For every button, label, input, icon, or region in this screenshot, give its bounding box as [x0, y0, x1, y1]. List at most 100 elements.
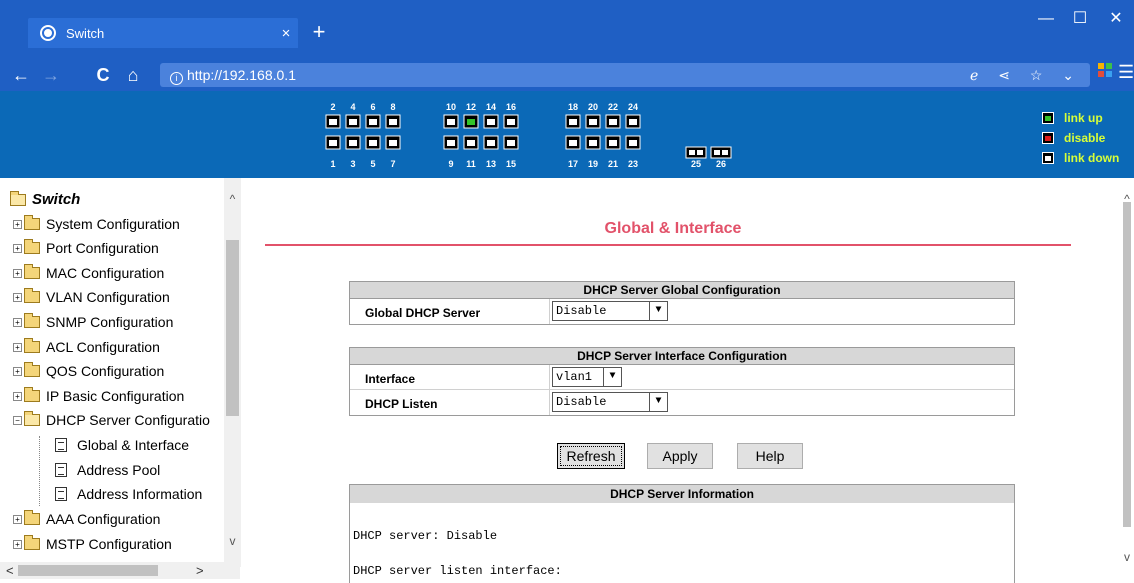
home-icon[interactable]: ⌂	[120, 63, 146, 87]
info-icon[interactable]: i	[170, 72, 183, 85]
expand-icon[interactable]: +	[13, 268, 22, 278]
port-13[interactable]	[483, 135, 499, 150]
help-button[interactable]: Help	[737, 443, 803, 469]
link-down-icon	[1042, 152, 1054, 164]
port-15[interactable]	[503, 135, 519, 150]
scroll-down-icon[interactable]: v	[1120, 550, 1134, 564]
port-1[interactable]	[325, 135, 341, 150]
scroll-down-icon[interactable]: v	[224, 534, 241, 548]
info-line: DHCP server: Disable	[353, 529, 498, 543]
scroll-up-icon[interactable]: ^	[224, 192, 241, 206]
tree-item-dhcp-server-configuration[interactable]: − DHCP Server Configuratio	[13, 411, 210, 428]
port-22[interactable]	[605, 114, 621, 129]
port-4[interactable]	[345, 114, 361, 129]
port-8[interactable]	[385, 114, 401, 129]
refresh-button[interactable]: Refresh	[557, 443, 625, 469]
tree-item-system-configuration[interactable]: + System Configuration	[13, 215, 180, 232]
menu-icon[interactable]: ☰	[1118, 62, 1134, 83]
port-11[interactable]	[463, 135, 479, 150]
window-close-button[interactable]: ✕	[1098, 8, 1134, 30]
expand-icon[interactable]: +	[13, 317, 22, 327]
expand-icon[interactable]: +	[13, 539, 22, 549]
address-bar[interactable]: i http://192.168.0.1 ℯ ⋖ ☆ ⌄	[160, 63, 1090, 87]
tree-vertical-scrollbar[interactable]: ^ v	[224, 178, 241, 567]
scroll-thumb[interactable]	[18, 565, 158, 576]
port-9[interactable]	[443, 135, 459, 150]
info-output: DHCP server: Disable DHCP server listen …	[349, 503, 1015, 583]
tree-horizontal-scrollbar[interactable]: < >	[0, 562, 240, 579]
tree-item-acl-configuration[interactable]: + ACL Configuration	[13, 338, 160, 355]
scroll-thumb[interactable]	[226, 240, 239, 416]
scroll-left-icon[interactable]: <	[6, 562, 14, 579]
port-21[interactable]	[605, 135, 621, 150]
port-24[interactable]	[625, 114, 641, 129]
interface-label: Interface	[350, 365, 550, 389]
expand-icon[interactable]: +	[13, 342, 22, 352]
tree-leaf-address-information[interactable]: Address Information	[55, 486, 202, 502]
interface-row: Interface vlan1 ▼	[350, 365, 1014, 390]
port-23[interactable]	[625, 135, 641, 150]
scroll-thumb[interactable]	[1123, 202, 1131, 527]
tree-item-port-configuration[interactable]: + Port Configuration	[13, 239, 159, 256]
port-panel: 2 4 6 8 10 12 14 16 18 20 22 241 3 5 7 9 11 13 15 17 19 21 23 2…	[325, 102, 732, 169]
chevron-down-icon[interactable]: ▼	[649, 302, 667, 320]
port-17[interactable]	[565, 135, 581, 150]
tree-item-qos-configuration[interactable]: + QOS Configuration	[13, 362, 164, 379]
port-label-17: 17	[568, 159, 578, 169]
port-20[interactable]	[585, 114, 601, 129]
sfp-port-25[interactable]	[685, 146, 707, 159]
port-16[interactable]	[503, 114, 519, 129]
port-19[interactable]	[585, 135, 601, 150]
port-10[interactable]	[443, 114, 459, 129]
reload-icon[interactable]: C	[90, 63, 116, 87]
tab-title: Switch	[66, 25, 105, 41]
port-7[interactable]	[385, 135, 401, 150]
tree-item-aaa-configuration[interactable]: + AAA Configuration	[13, 510, 161, 527]
tree-root-switch[interactable]: Switch	[10, 190, 80, 208]
extensions-icon[interactable]	[1098, 63, 1112, 77]
main-vertical-scrollbar[interactable]: ^ v	[1120, 178, 1134, 579]
expand-icon[interactable]: +	[13, 219, 22, 229]
port-18[interactable]	[565, 114, 581, 129]
global-dhcp-select[interactable]: Disable ▼	[552, 301, 668, 321]
folder-icon	[24, 215, 40, 230]
interface-select[interactable]: vlan1 ▼	[552, 367, 622, 387]
tree-item-mstp-configuration[interactable]: + MSTP Configuration	[13, 535, 172, 552]
port-3[interactable]	[345, 135, 361, 150]
port-14[interactable]	[483, 114, 499, 129]
port-2[interactable]	[325, 114, 341, 129]
apply-button[interactable]: Apply	[647, 443, 713, 469]
expand-icon[interactable]: +	[13, 391, 22, 401]
tree-leaf-address-pool[interactable]: Address Pool	[55, 462, 160, 478]
tree-item-label: AAA Configuration	[46, 511, 161, 527]
new-tab-button[interactable]: +	[305, 18, 333, 46]
tree-item-ip-basic-configuration[interactable]: + IP Basic Configuration	[13, 387, 185, 404]
tree-item-vlan-configuration[interactable]: + VLAN Configuration	[13, 288, 170, 305]
port-5[interactable]	[365, 135, 381, 150]
expand-icon[interactable]: +	[13, 292, 22, 302]
forward-icon[interactable]: →	[38, 63, 64, 87]
expand-icon[interactable]: +	[13, 514, 22, 524]
collapse-icon[interactable]: −	[13, 415, 22, 425]
browser-tab[interactable]: Switch ×	[28, 18, 298, 48]
close-tab-icon[interactable]: ×	[274, 25, 298, 42]
maximize-button[interactable]: ☐	[1062, 8, 1098, 30]
expand-icon[interactable]: +	[13, 366, 22, 376]
minimize-button[interactable]: —	[1028, 8, 1064, 30]
scroll-right-icon[interactable]: >	[196, 562, 204, 579]
port-12[interactable]	[463, 114, 479, 129]
port-label-14: 14	[486, 102, 496, 112]
tree-item-mac-configuration[interactable]: + MAC Configuration	[13, 264, 164, 281]
port-6[interactable]	[365, 114, 381, 129]
tree-item-label: IP Basic Configuration	[46, 388, 185, 404]
port-label-12: 12	[466, 102, 476, 112]
tree-leaf-global-interface[interactable]: Global & Interface	[55, 437, 189, 453]
dhcp-listen-select[interactable]: Disable ▼	[552, 392, 668, 412]
tree-item-snmp-configuration[interactable]: + SNMP Configuration	[13, 313, 173, 330]
expand-icon[interactable]: +	[13, 243, 22, 253]
address-bar-icons[interactable]: ℯ ⋖ ☆ ⌄	[970, 63, 1082, 87]
sfp-port-26[interactable]	[710, 146, 732, 159]
back-icon[interactable]: ←	[8, 63, 34, 87]
chevron-down-icon[interactable]: ▼	[649, 393, 667, 411]
chevron-down-icon[interactable]: ▼	[603, 368, 621, 386]
